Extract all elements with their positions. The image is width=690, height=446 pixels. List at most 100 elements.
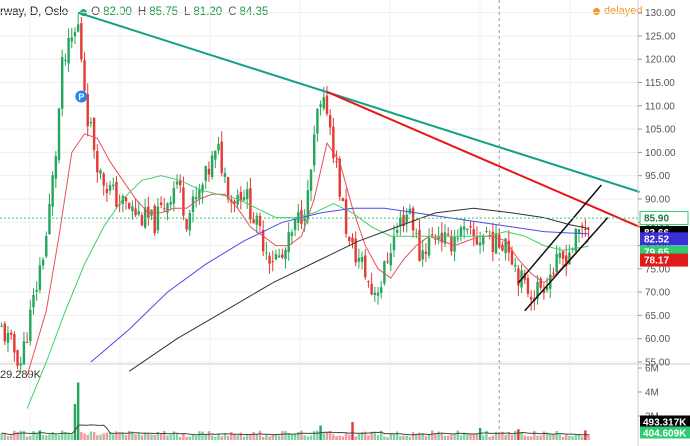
candle-body (379, 287, 383, 293)
volume-bar (35, 433, 38, 440)
candle (220, 131, 223, 177)
candle (357, 248, 361, 269)
candle (459, 225, 463, 242)
candle (265, 241, 268, 260)
volume-bar (367, 435, 370, 440)
candle (143, 199, 147, 229)
candle-body (137, 211, 140, 215)
candle-body (405, 214, 408, 224)
candle (421, 239, 424, 267)
candle-body (501, 244, 504, 251)
candle (147, 196, 150, 226)
volume-tick-label: 6M (645, 364, 659, 375)
candle (175, 174, 179, 189)
volume-bar (163, 430, 166, 440)
candle (399, 211, 402, 236)
candle-body (185, 219, 188, 230)
candle (328, 109, 332, 136)
candle (258, 212, 262, 232)
price-chart[interactable]: P 130.00 125.00 120.00 115.00 110.00 105.00 100… (0, 0, 690, 446)
volume-bar (277, 435, 281, 440)
candle-body (485, 230, 488, 233)
volume-bar (57, 435, 61, 440)
candle-body (399, 217, 402, 226)
volume-bar (383, 436, 386, 440)
volume-bar (555, 430, 558, 440)
candle (255, 212, 259, 234)
candle (526, 274, 530, 298)
volume-bar (558, 434, 562, 440)
volume-bar (271, 435, 274, 440)
volume-bar (67, 433, 70, 440)
candle-body (370, 283, 373, 295)
volume-bar (265, 434, 268, 440)
candle-body (220, 141, 223, 173)
candle-body (38, 265, 42, 291)
volume-bar (233, 433, 236, 440)
volume-bar (482, 435, 485, 440)
volume-bar (281, 431, 284, 440)
candle (239, 186, 243, 210)
event-marker-icon: P (75, 90, 88, 103)
candle (580, 222, 584, 239)
candle (395, 223, 399, 236)
candle-body (134, 208, 137, 216)
volume-bar (373, 432, 377, 440)
volume-bar (166, 435, 169, 440)
candle-body (201, 184, 204, 193)
candle-body (64, 59, 67, 61)
candle-body (6, 332, 10, 343)
volume-bar (536, 435, 539, 440)
candle-body (498, 234, 501, 248)
candle-body (99, 170, 102, 174)
candle-body (214, 150, 217, 160)
candle (268, 252, 271, 274)
volume-bar (13, 430, 16, 440)
volume-bar (488, 436, 491, 440)
volume-bar (198, 431, 201, 440)
price-tag-label: 82.52 (644, 234, 669, 245)
candle (51, 171, 54, 216)
candle (102, 171, 105, 196)
volume-bar (395, 431, 399, 440)
candle (281, 248, 284, 260)
volume-bar (124, 434, 128, 440)
volume-bar (261, 436, 265, 440)
volume-bar (246, 435, 249, 440)
candle-body (376, 292, 380, 296)
candle-body (246, 189, 249, 199)
candle-body (313, 134, 316, 166)
volume-bar (491, 435, 495, 440)
volume-bar (226, 435, 230, 440)
price-tick-label: 125.00 (645, 31, 676, 42)
candle-body (60, 57, 64, 109)
volume-bar (539, 435, 542, 440)
candle (517, 264, 520, 297)
candle (6, 326, 10, 353)
volume-bar (258, 430, 262, 440)
candle (402, 206, 405, 233)
candle (242, 189, 246, 201)
candle-body (25, 341, 29, 343)
candle-body (392, 235, 396, 251)
candle-body (389, 253, 392, 266)
price-tag-label: 78.17 (644, 256, 669, 267)
volume-bar (239, 432, 243, 440)
volume-bar (392, 433, 396, 440)
candle-body (22, 341, 26, 365)
candle-body (466, 228, 469, 230)
volume-bar (242, 436, 246, 440)
volume-bar (341, 436, 345, 440)
candle (182, 176, 185, 221)
volume-bar (96, 435, 99, 440)
candle-body (478, 242, 482, 246)
candle (348, 235, 351, 247)
candle (478, 231, 482, 254)
volume-bar (153, 434, 156, 440)
volume-bar (255, 434, 259, 440)
candle-body (194, 196, 198, 199)
candle-body (577, 229, 581, 234)
volume-bar (191, 434, 195, 440)
volume-bar (542, 431, 546, 440)
candle-body (86, 94, 89, 127)
